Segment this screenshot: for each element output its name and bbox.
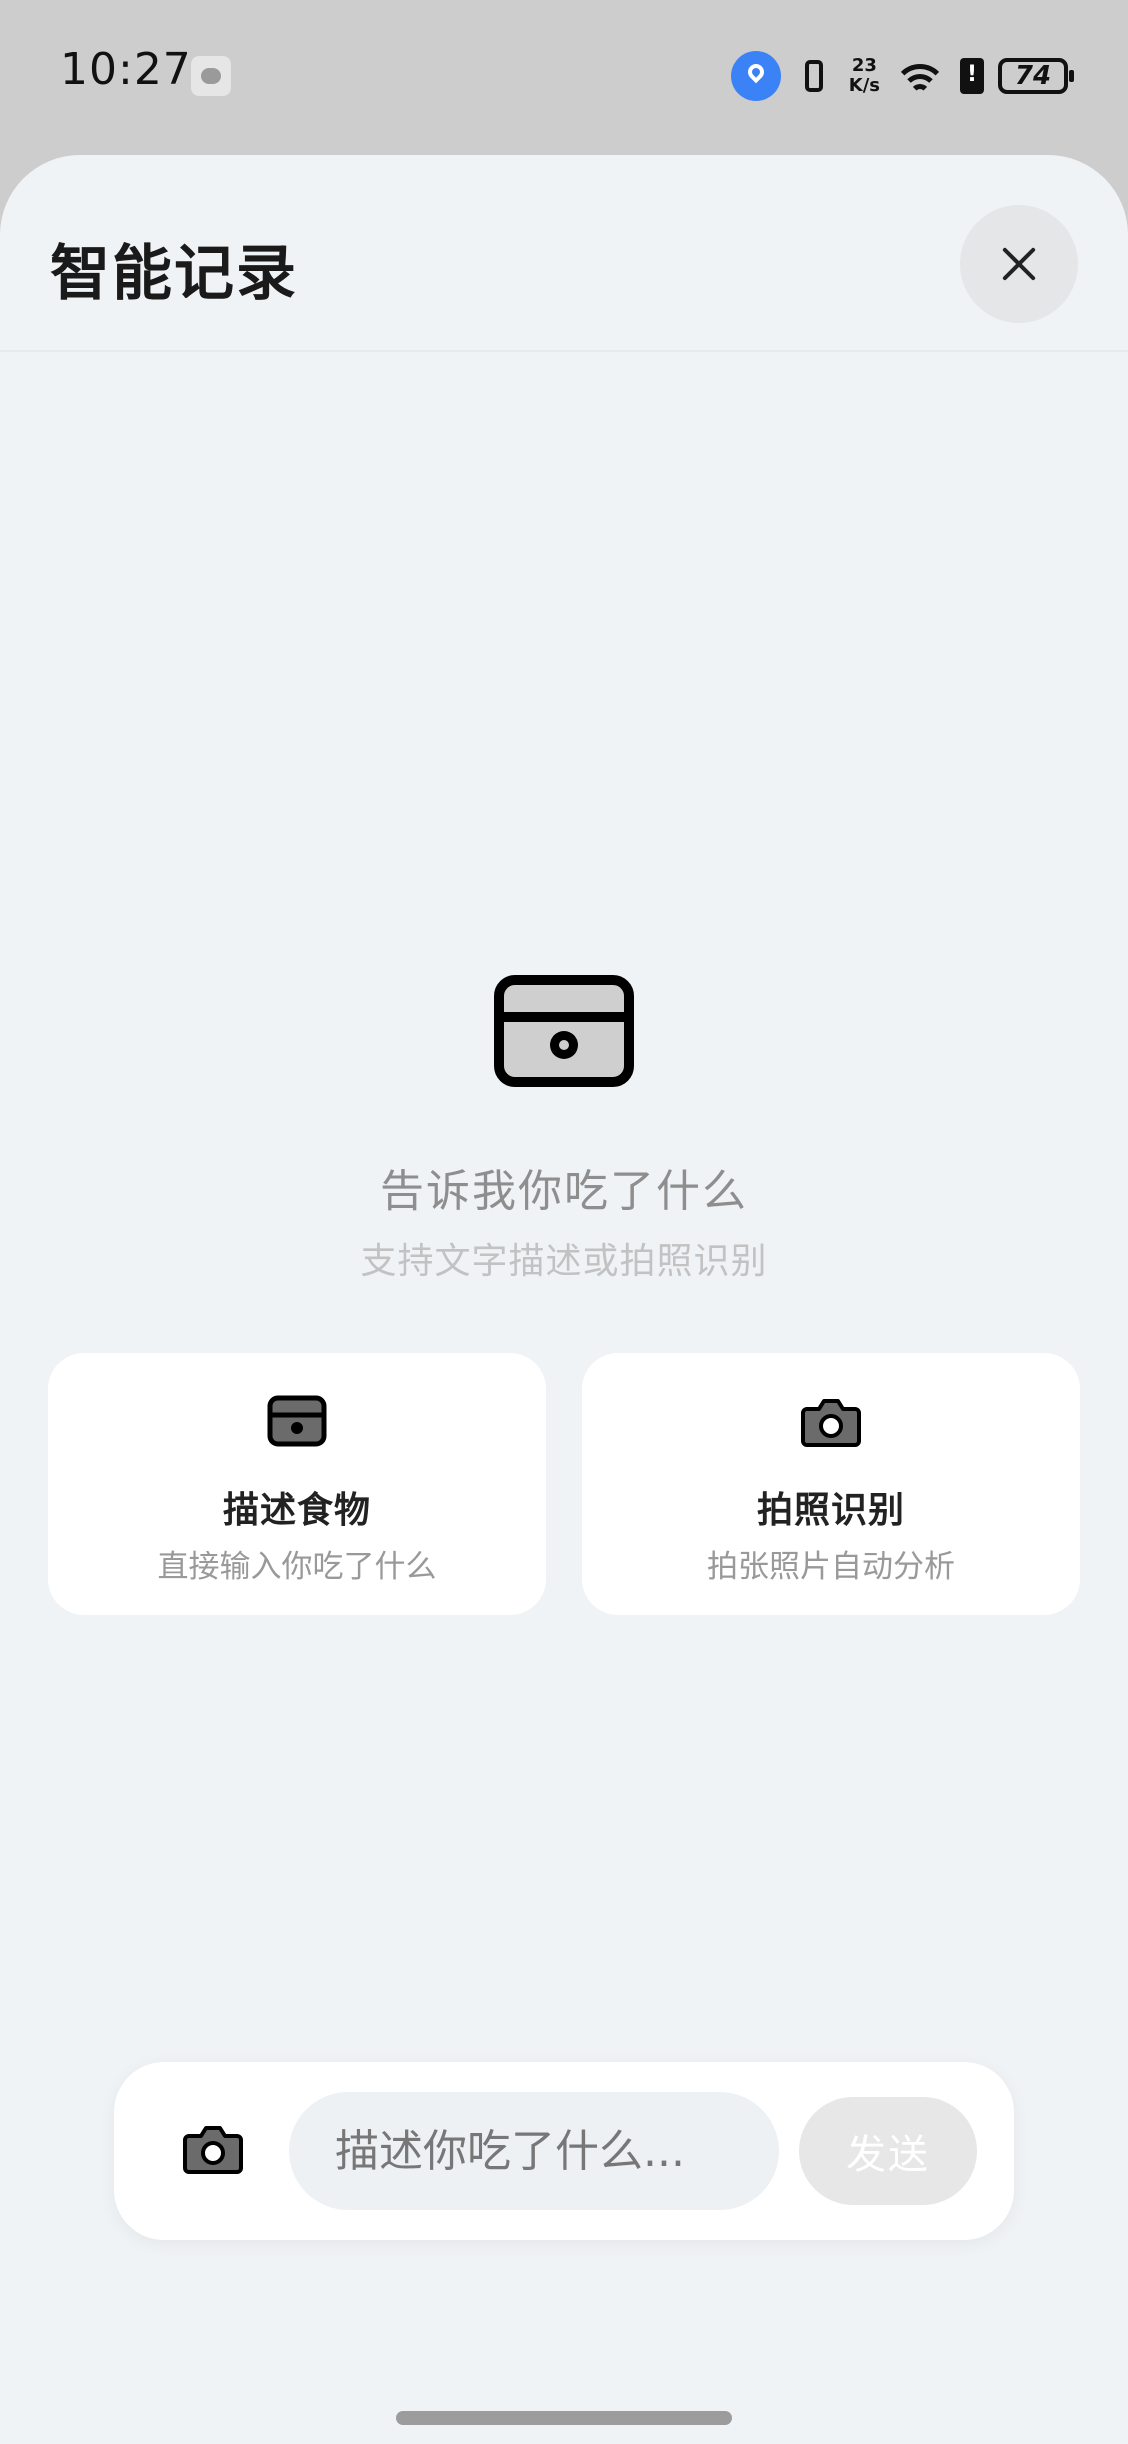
card-subtitle: 直接输入你吃了什么 — [157, 1549, 437, 1585]
card-subtitle: 拍张照片自动分析 — [707, 1549, 955, 1585]
photo-recognize-card[interactable]: 拍照识别 拍张照片自动分析 — [582, 1353, 1080, 1615]
input-bar: 发送 — [114, 2062, 1014, 2240]
notification-app-icon — [191, 56, 231, 96]
card-title: 描述食物 — [222, 1490, 371, 1531]
wallet-icon — [267, 1395, 327, 1447]
home-indicator[interactable] — [396, 2411, 732, 2425]
camera-icon — [801, 1399, 861, 1447]
send-button[interactable]: 发送 — [799, 2097, 977, 2205]
describe-food-card[interactable]: 描述食物 直接输入你吃了什么 — [48, 1353, 546, 1615]
vibrate-icon — [795, 56, 835, 96]
sheet-title: 智能记录 — [50, 239, 298, 309]
empty-state-title: 告诉我你吃了什么 — [380, 1166, 748, 1217]
sim-alert-icon — [960, 58, 984, 94]
network-speed-value: 23 — [851, 55, 877, 76]
status-bar: 10:27 23 K/s 74 — [0, 0, 1128, 150]
status-time: 10:27 — [60, 44, 192, 95]
network-speed: 23 K/s — [849, 56, 880, 96]
wifi-icon — [894, 56, 946, 96]
card-title: 拍照识别 — [756, 1490, 905, 1531]
location-icon — [730, 51, 781, 101]
close-button[interactable] — [960, 205, 1078, 323]
status-icons: 23 K/s 74 — [730, 46, 1074, 106]
network-speed-unit: K/s — [848, 75, 880, 96]
battery-icon: 74 — [998, 58, 1074, 94]
camera-icon[interactable] — [182, 2120, 244, 2176]
header-divider — [0, 350, 1128, 352]
food-description-input[interactable] — [289, 2092, 779, 2210]
wallet-icon — [494, 975, 634, 1087]
empty-state-subtitle: 支持文字描述或拍照识别 — [360, 1241, 768, 1282]
